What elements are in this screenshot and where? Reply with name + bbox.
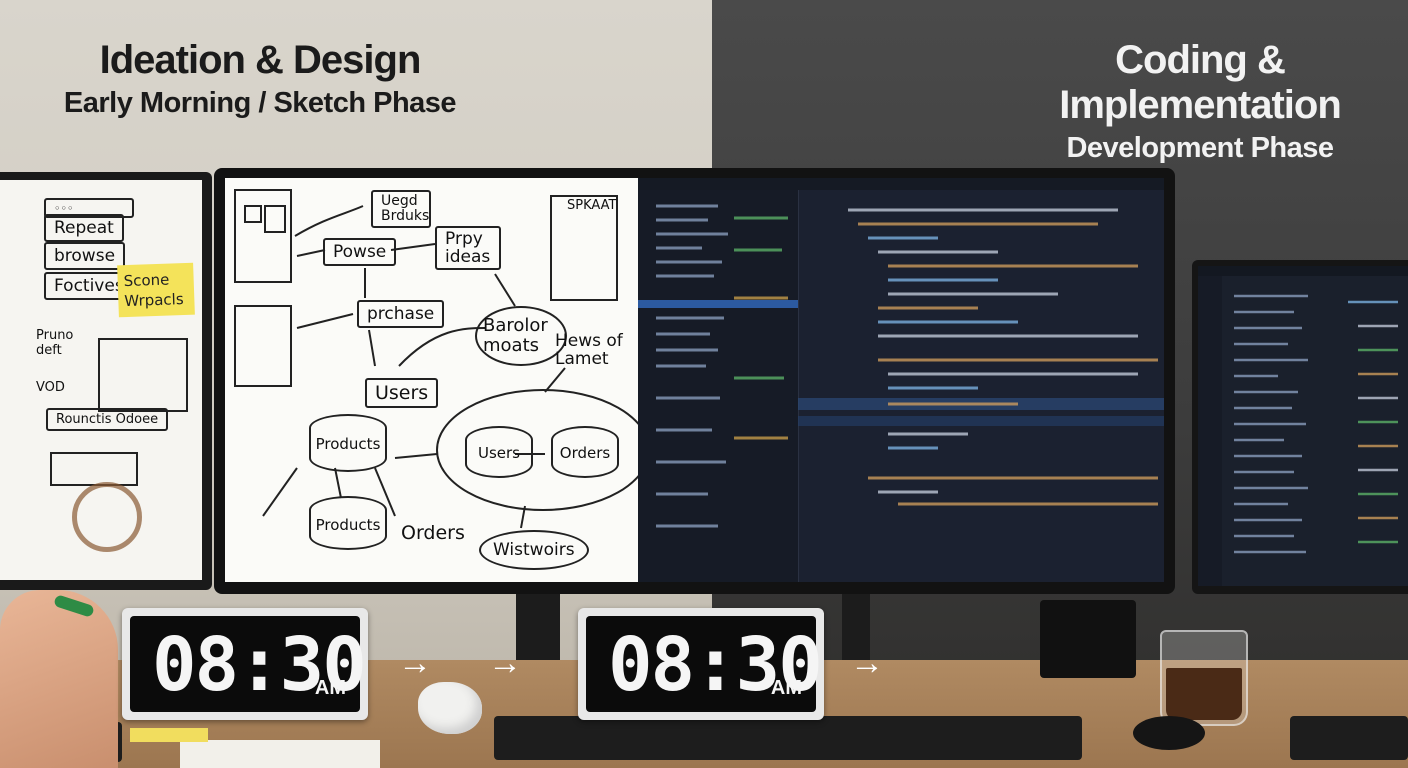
right-code-editor — [1198, 266, 1408, 586]
coffee-mug — [1160, 630, 1248, 726]
sketch-box-users: Users — [365, 378, 439, 408]
wireframe-frame — [234, 189, 292, 283]
left-whiteboard: ◦◦◦ Repeat browse Foctivese Pruno deft V… — [0, 180, 202, 580]
sketch-box-uegd: Uegd Brduks — [371, 190, 431, 228]
hand-with-marker — [0, 590, 118, 768]
ideation-subtitle: Early Morning / Sketch Phase — [63, 87, 457, 119]
computer-mouse — [1133, 716, 1205, 750]
sticky-pad — [130, 728, 208, 742]
sketch-label-vod: VOD — [36, 380, 65, 395]
arrow-right-icon: → — [398, 644, 432, 682]
sketch-box-spkaat: SPKAAT — [567, 198, 617, 213]
main-monitor-stand — [516, 594, 560, 664]
db-cylinder-orders: Orders — [551, 426, 619, 478]
coffee-stain — [72, 482, 142, 552]
db-cylinder-users: Users — [465, 426, 533, 478]
sketch-box-repeat: Repeat — [44, 214, 124, 242]
sticky-note: Scone Wrpacls — [117, 262, 195, 318]
plant-pot — [1040, 600, 1136, 678]
ideation-heading: Ideation & Design Early Morning / Sketch… — [60, 38, 460, 120]
sketch-box-prchase: prchase — [357, 300, 445, 328]
coding-title: Coding & Implementation — [1059, 38, 1342, 127]
wireframe-frame — [234, 305, 292, 387]
sketch-label: Pruno deft — [36, 328, 74, 358]
main-monitor: Uegd Brduks Powse Prpy ideas prchase Use… — [214, 168, 1175, 594]
sketch-bubble-wistwoirs: Wistwoirs — [479, 530, 589, 570]
code-lines — [656, 204, 1158, 528]
coding-subtitle: Development Phase — [1066, 132, 1334, 164]
clock-left: 08:30 AM — [122, 608, 368, 720]
coding-heading: Coding & Implementation Development Phas… — [995, 38, 1405, 165]
arrow-right-icon: → — [488, 644, 522, 682]
keyboard — [494, 716, 1082, 760]
clock-face: 08:30 AM — [130, 616, 367, 712]
left-monitor: ◦◦◦ Repeat browse Foctivese Pruno deft V… — [0, 172, 212, 590]
arrow-right-icon: → — [850, 644, 884, 682]
clock-center: 08:30 AM — [578, 608, 824, 720]
right-code-lines — [1234, 294, 1398, 554]
coffee — [1166, 668, 1242, 720]
sketch-box-browse: browse — [44, 242, 126, 270]
code-editor — [638, 178, 1164, 582]
sketch-frame — [50, 452, 138, 486]
clock-ampm: AM — [314, 677, 346, 699]
crumpled-paper — [418, 682, 482, 734]
sketch-frame — [98, 338, 188, 412]
clock-ampm: AM — [770, 677, 802, 699]
notepad — [180, 740, 380, 768]
sketch-box-powse: Powse — [323, 238, 397, 266]
sketch-label-hews: Hews of Lamet — [555, 331, 623, 369]
clock-face: 08:30 AM — [586, 616, 823, 712]
main-whiteboard: Uegd Brduks Powse Prpy ideas prchase Use… — [225, 178, 638, 582]
sketch-label-orders: Orders — [401, 522, 465, 544]
sketch-box-ideas: Prpy ideas — [435, 226, 501, 270]
keyboard-right — [1290, 716, 1408, 760]
db-cylinder-products: Products — [309, 496, 387, 550]
sketch-bubble: Barolor moats — [475, 306, 567, 366]
ideation-title: Ideation & Design — [99, 38, 422, 82]
right-monitor — [1192, 260, 1408, 594]
db-cylinder-products: Products — [309, 414, 387, 472]
